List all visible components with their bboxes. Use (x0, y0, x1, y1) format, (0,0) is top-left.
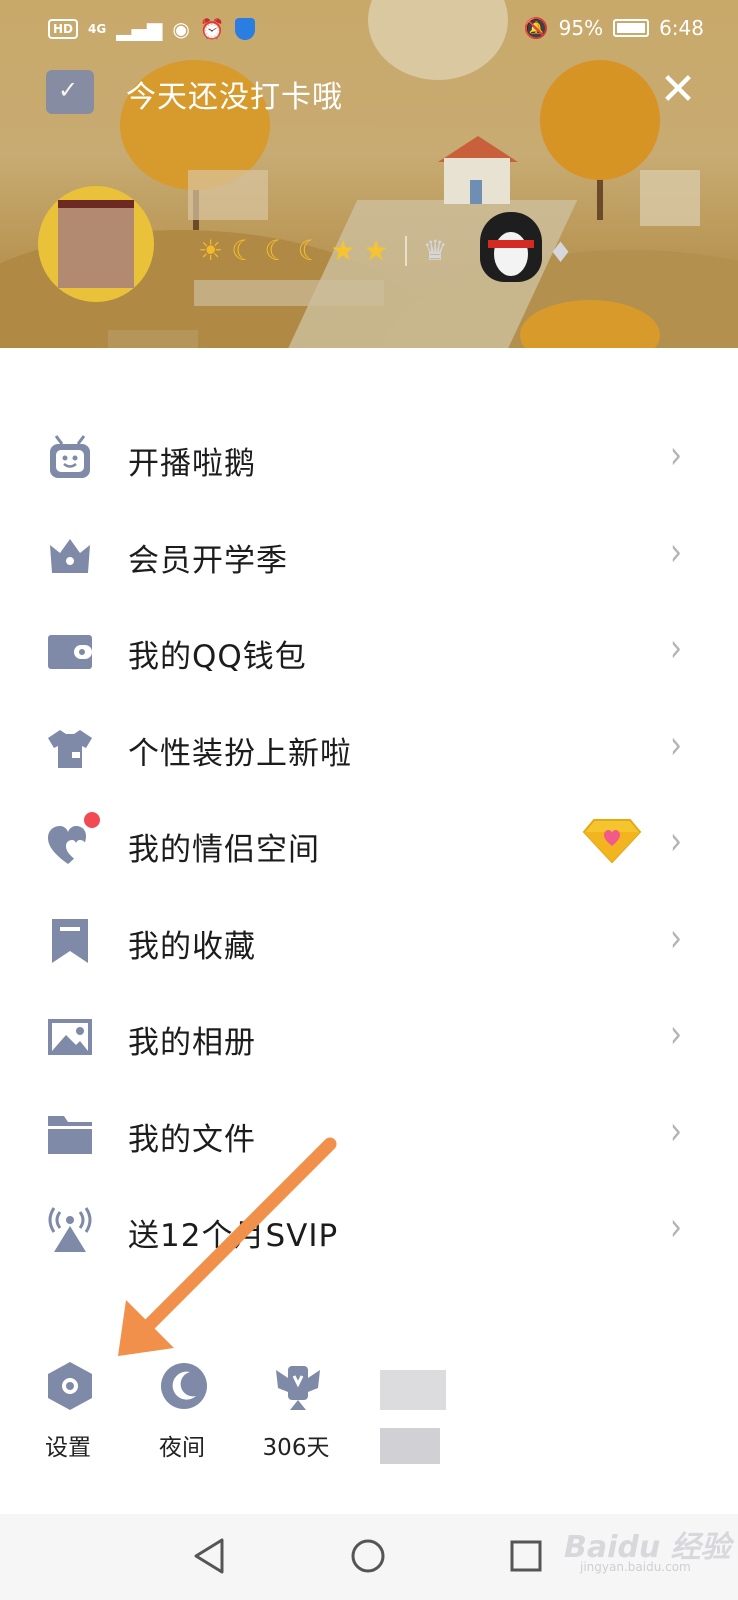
menu-item-label: 会员开学季 (128, 542, 288, 579)
chevron-right-icon: › (670, 722, 682, 768)
mute-bell-icon: 🔕 (523, 16, 549, 40)
image-icon (48, 1019, 92, 1055)
sun-level-icon: ☀ (198, 234, 224, 267)
winged-badge-icon (276, 1366, 320, 1410)
nickname-blurred (188, 170, 268, 220)
menu-item-label: 个性装扮上新啦 (128, 735, 352, 772)
settings-button[interactable]: 设置 (18, 1360, 118, 1480)
shield-icon (234, 18, 255, 40)
moon-level-icon: ☾ (264, 234, 290, 267)
chevron-right-icon: › (670, 432, 682, 479)
night-mode-button[interactable]: 夜间 (132, 1360, 232, 1480)
menu-item-label: 我的情侣空间 (128, 832, 320, 868)
tv-robot-icon (50, 435, 90, 478)
blurred-weather-widget[interactable] (380, 1370, 446, 1470)
menu-item-svip[interactable]: 送12个月SVIP › (0, 1182, 738, 1279)
chevron-right-icon: › (670, 818, 682, 865)
diamond-badge-icon (582, 819, 642, 864)
qq-penguin-icon[interactable] (480, 204, 542, 284)
menu-item-couple-space[interactable]: 我的情侣空间 › (0, 796, 738, 893)
star-level-icon: ★ (330, 234, 356, 267)
menu-item-membership[interactable]: 会员开学季 › (0, 507, 738, 604)
silver-badge-icon: ♦ (548, 236, 574, 269)
wallet-icon (48, 635, 92, 669)
menu-item-live[interactable]: 开播啦鹅 › (0, 410, 738, 507)
signal-icon: ▂▄▆ (116, 17, 163, 41)
close-icon[interactable]: ✕ (654, 66, 702, 114)
alarm-icon: ⏰ (199, 17, 225, 41)
notification-dot (82, 810, 102, 830)
settings-hexagon-icon (48, 1362, 92, 1410)
recents-square-icon[interactable] (502, 1532, 550, 1580)
active-days-button[interactable]: 306天 (246, 1360, 346, 1480)
chevron-right-icon: › (670, 915, 682, 961)
menu-item-files[interactable]: 我的文件 › (0, 1086, 738, 1183)
chevron-right-icon: › (670, 1108, 682, 1154)
side-menu: 开播啦鹅 › 会员开学季 › 我的QQ钱包 › 个性装扮上新啦 › 我的情侣空间… (0, 410, 738, 1279)
settings-label: 设置 (45, 1435, 91, 1461)
moon-level-icon: ☾ (231, 234, 257, 267)
chevron-right-icon: › (670, 529, 682, 575)
avatar[interactable] (38, 186, 154, 302)
menu-item-label: 我的相册 (128, 1025, 256, 1061)
active-days-label: 306天 (262, 1435, 330, 1461)
chevron-right-icon: › (670, 1204, 682, 1251)
chevron-right-icon: › (670, 1011, 682, 1058)
menu-item-favorites[interactable]: 我的收藏 › (0, 893, 738, 990)
menu-item-theme[interactable]: 个性装扮上新啦 › (0, 700, 738, 797)
bottom-toolbar: 设置 夜间 306天 (0, 1360, 738, 1490)
checkin-calendar-icon[interactable] (46, 70, 94, 114)
level-badges[interactable]: ☀ ☾ ☾ ☾ ★ ★ ♛ (198, 234, 448, 267)
broadcast-icon (48, 1207, 92, 1252)
tshirt-icon (48, 729, 92, 768)
signature-blurred (194, 280, 384, 306)
back-triangle-icon[interactable] (186, 1532, 234, 1580)
chevron-right-icon: › (670, 625, 682, 672)
clock: 6:48 (659, 16, 704, 40)
battery-percent: 95% (558, 16, 604, 40)
menu-item-label: 我的收藏 (128, 928, 256, 965)
menu-item-album[interactable]: 我的相册 › (0, 989, 738, 1086)
checkin-prompt[interactable]: 今天还没打卡哦 (126, 72, 343, 116)
menu-item-label: 开播啦鹅 (128, 446, 256, 482)
silver-badge-group: ♦ (548, 236, 573, 269)
bookmark-icon (52, 918, 88, 963)
menu-item-label: 我的文件 (128, 1121, 256, 1158)
menu-item-label: 送12个月SVIP (128, 1218, 339, 1254)
star-level-icon: ★ (363, 234, 389, 267)
status-bar: HD 4G ▂▄▆ ◉ ⏰ 🔕 95% 6:48 (0, 14, 738, 48)
night-mode-label: 夜间 (159, 1435, 205, 1461)
divider (404, 235, 407, 266)
silver-badge-icon: ♛ (422, 234, 448, 267)
menu-item-label: 我的QQ钱包 (128, 639, 307, 675)
battery-icon (613, 19, 650, 37)
moon-level-icon: ☾ (297, 234, 323, 267)
banner-tree (540, 60, 660, 180)
blurred-region (640, 170, 700, 226)
moon-icon (161, 1363, 207, 1409)
eye-icon: ◉ (172, 17, 190, 41)
folder-icon (48, 1115, 92, 1154)
banner-house-door (470, 180, 482, 204)
profile-banner: HD 4G ▂▄▆ ◉ ⏰ 🔕 95% 6:48 今天还没打卡哦 ✕ ☀ ☾ ☾… (0, 0, 738, 348)
menu-item-wallet[interactable]: 我的QQ钱包 › (0, 603, 738, 700)
network-indicator: 4G (88, 22, 107, 36)
member-blurred (108, 330, 198, 348)
crown-icon (50, 538, 90, 573)
baidu-watermark-url: jingyan.baidu.com (580, 1560, 691, 1574)
hd-indicator: HD (48, 19, 79, 39)
home-circle-icon[interactable] (344, 1532, 392, 1580)
